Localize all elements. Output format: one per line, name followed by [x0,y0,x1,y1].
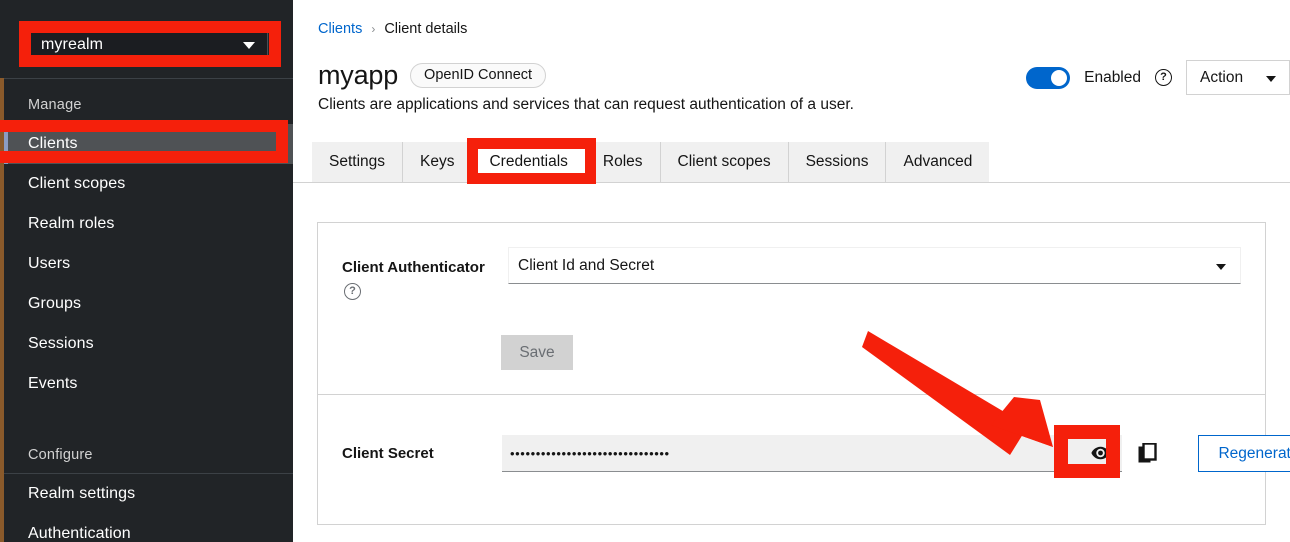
header-actions: Enabled ? Action [1026,60,1290,95]
tab-label: Roles [602,153,643,170]
breadcrumb-link-clients[interactable]: Clients [318,21,362,37]
sidebar-item-realm-settings[interactable]: Realm settings [4,474,293,514]
client-authenticator-select[interactable]: Client Id and Secret [508,247,1241,284]
tab-label: Sessions [805,153,869,170]
chevron-down-icon [1216,264,1226,270]
eye-icon [1090,446,1110,460]
protocol-badge: OpenID Connect [410,63,547,88]
action-menu-label: Action [1200,68,1244,86]
tab-keys[interactable]: Keys [403,142,473,182]
keycloak-admin-console: myrealm Manage Clients Client scopes Rea… [0,0,1290,542]
tab-bar-underline [293,182,1290,183]
client-secret-input[interactable]: ••••••••••••••••••••••••••••••• [502,435,1078,472]
tab-advanced[interactable]: Advanced [886,142,989,182]
sidebar-section-configure: Configure [28,447,93,463]
tab-bar: Settings Keys Credentials Roles Client s… [312,142,990,182]
sidebar-item-label: Realm settings [28,485,136,502]
client-secret-label: Client Secret [342,445,434,462]
enabled-label: Enabled [1084,68,1141,86]
help-circle-icon[interactable]: ? [344,283,361,300]
sidebar-item-events[interactable]: Events [4,364,293,404]
sidebar-divider [4,78,293,79]
sidebar-item-sessions[interactable]: Sessions [4,324,293,364]
client-secret-value: ••••••••••••••••••••••••••••••• [510,445,670,461]
sidebar-item-client-scopes[interactable]: Client scopes [4,164,293,204]
show-secret-button[interactable] [1078,435,1122,472]
client-authenticator-help[interactable]: ? [344,283,361,300]
client-authenticator-value: Client Id and Secret [518,256,655,274]
tab-label: Keys [420,153,455,170]
sidebar-item-label: Clients [28,135,78,152]
main-content: Clients › Client details myapp OpenID Co… [293,0,1290,542]
client-authenticator-label: Client Authenticator [342,259,485,276]
sidebar-item-label: Events [28,375,78,392]
tab-sessions[interactable]: Sessions [789,142,887,182]
regenerate-secret-button[interactable]: Regenerate [1198,435,1290,472]
sidebar-item-users[interactable]: Users [4,244,293,284]
sidebar-item-label: Groups [28,295,82,312]
tab-client-scopes[interactable]: Client scopes [661,142,789,182]
tab-label: Client scopes [677,153,771,170]
realm-selector-value: myrealm [41,35,104,53]
sidebar-item-realm-roles[interactable]: Realm roles [4,204,293,244]
realm-selector[interactable]: myrealm [30,28,268,61]
card-section-divider [318,394,1265,395]
toggle-knob [1051,69,1068,86]
credentials-card: Client Authenticator ? Client Id and Sec… [317,222,1290,525]
breadcrumb-current: Client details [384,21,468,37]
realm-selector-row: myrealm [0,0,293,78]
page-title: myapp [318,60,399,90]
sidebar-item-label: Client scopes [28,175,126,192]
sidebar: myrealm Manage Clients Client scopes Rea… [0,0,293,542]
sidebar-item-label: Users [28,255,71,272]
copy-icon [1138,443,1157,463]
sidebar-item-label: Realm roles [28,215,115,232]
tab-label: Advanced [903,153,973,170]
action-menu-button[interactable]: Action [1186,60,1290,95]
sidebar-item-clients[interactable]: Clients [4,124,293,164]
chevron-down-icon [243,42,255,49]
sidebar-item-label: Authentication [28,525,131,542]
breadcrumb: Clients › Client details [318,21,467,37]
copy-secret-button[interactable] [1130,435,1166,472]
tab-label: Settings [329,153,386,170]
sidebar-item-label: Sessions [28,335,94,352]
tab-label: Credentials [489,153,568,170]
save-button[interactable]: Save [501,335,573,370]
sidebar-section-manage: Manage [28,97,82,113]
help-circle-icon[interactable]: ? [1155,69,1172,86]
tab-settings[interactable]: Settings [312,142,404,182]
breadcrumb-separator-icon: › [371,22,376,36]
tab-roles[interactable]: Roles [586,142,661,182]
enabled-toggle[interactable] [1026,66,1071,89]
chevron-down-icon [1266,76,1276,82]
page-title-row: myapp OpenID Connect [318,60,547,91]
sidebar-item-groups[interactable]: Groups [4,284,293,324]
sidebar-item-authentication[interactable]: Authentication [4,514,293,542]
page-subtitle: Clients are applications and services th… [318,96,854,113]
tab-credentials[interactable]: Credentials [472,142,586,182]
